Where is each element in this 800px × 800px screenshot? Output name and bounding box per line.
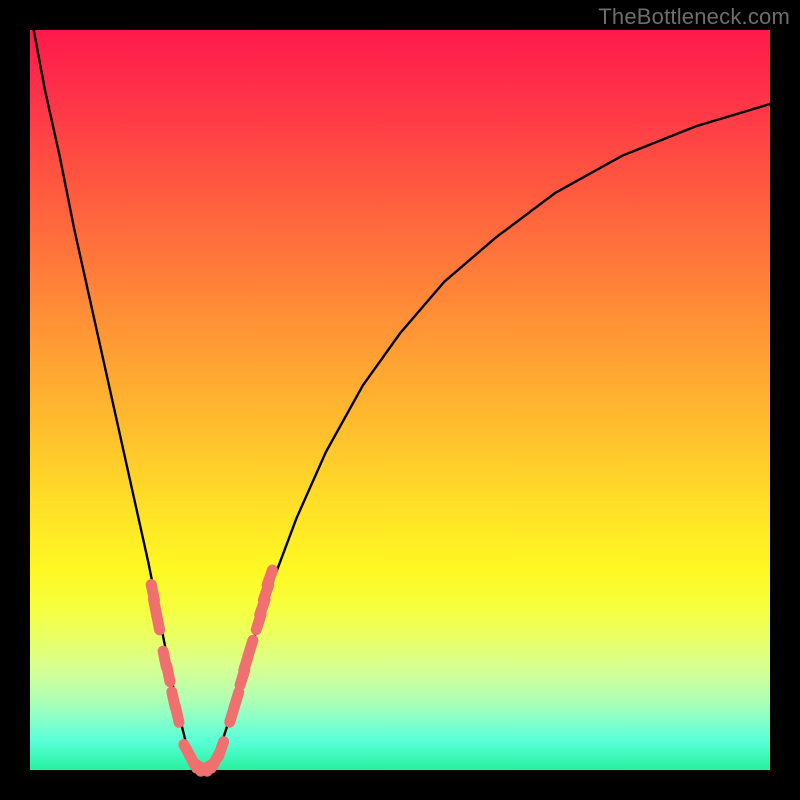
plot-area — [30, 30, 770, 770]
data-marker — [167, 666, 170, 682]
data-marker — [234, 692, 239, 707]
data-marker — [267, 570, 272, 585]
marker-group — [151, 570, 272, 771]
chart-svg — [30, 30, 770, 770]
curve-path — [34, 30, 770, 768]
data-marker — [218, 742, 223, 757]
bottleneck-curve — [34, 30, 770, 768]
watermark-text: TheBottleneck.com — [598, 4, 790, 30]
data-marker — [248, 640, 253, 655]
chart-frame: TheBottleneck.com — [0, 0, 800, 800]
data-marker — [176, 707, 179, 723]
data-marker — [156, 614, 159, 630]
